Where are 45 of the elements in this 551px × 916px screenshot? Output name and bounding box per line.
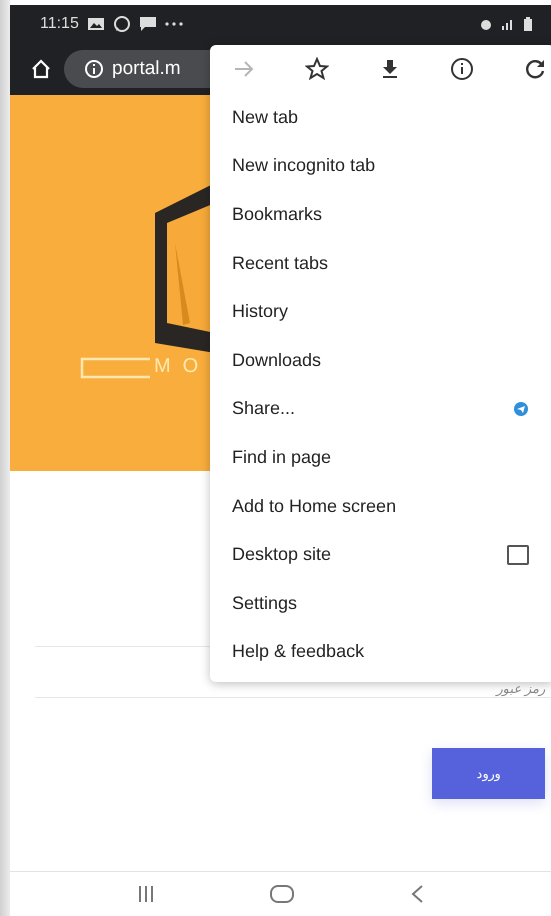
menu-item-label: Find in page: [232, 446, 332, 468]
menu-item-label: Bookmarks: [232, 204, 322, 225]
menu-item[interactable]: Find in page: [210, 433, 551, 482]
menu-item-label: Downloads: [232, 350, 322, 371]
reload-icon[interactable]: [523, 57, 547, 81]
url-text: portal.m: [112, 58, 181, 80]
home-button-icon[interactable]: [268, 884, 294, 904]
menu-item-label: Settings: [232, 592, 298, 614]
menu-item-label: Share...: [232, 398, 296, 420]
menu-item[interactable]: Desktop site: [210, 530, 551, 579]
login-button[interactable]: ورود: [432, 748, 545, 799]
menu-item[interactable]: History: [210, 287, 551, 336]
menu-item-label: History: [232, 301, 288, 322]
home-icon[interactable]: [30, 58, 52, 80]
menu-item[interactable]: Bookmarks: [210, 190, 551, 239]
menu-item[interactable]: New tab: [210, 93, 551, 142]
bracket-line-icon: [78, 355, 150, 379]
menu-item[interactable]: Recent tabs: [210, 238, 551, 288]
signal-icon: [501, 18, 515, 30]
menu-item[interactable]: Settings: [210, 578, 551, 628]
menu-item[interactable]: Downloads: [210, 336, 551, 385]
recent-apps-icon[interactable]: [138, 885, 154, 903]
menu-item[interactable]: New incognito tab: [210, 142, 551, 190]
paper-plane-icon: [513, 400, 529, 417]
menu-item[interactable]: Add to Home screen: [210, 482, 551, 530]
more-dots-icon: [164, 22, 183, 26]
back-icon[interactable]: [410, 884, 424, 904]
checkbox[interactable]: [507, 544, 529, 565]
menu-item[interactable]: Share...: [210, 384, 551, 434]
menu-item[interactable]: Help & feedback: [210, 628, 551, 676]
image-icon: [86, 17, 105, 31]
chat-bubble-icon: [112, 15, 131, 33]
info-icon: [84, 59, 104, 79]
info-icon[interactable]: [450, 57, 474, 81]
menu-item-label: New incognito tab: [232, 155, 376, 176]
message-icon: [138, 16, 157, 32]
star-icon[interactable]: [304, 57, 329, 81]
menu-item-label: Desktop site: [232, 544, 332, 566]
menu-item-label: New tab: [232, 106, 298, 128]
menu-item-label: Recent tabs: [232, 252, 328, 274]
menu-item-label: Add to Home screen: [232, 496, 396, 517]
menu-item-label: Help & feedback: [232, 641, 364, 662]
battery-icon: [523, 17, 533, 31]
status-time: 11:15: [40, 15, 79, 33]
logo-text: MO: [154, 355, 210, 378]
